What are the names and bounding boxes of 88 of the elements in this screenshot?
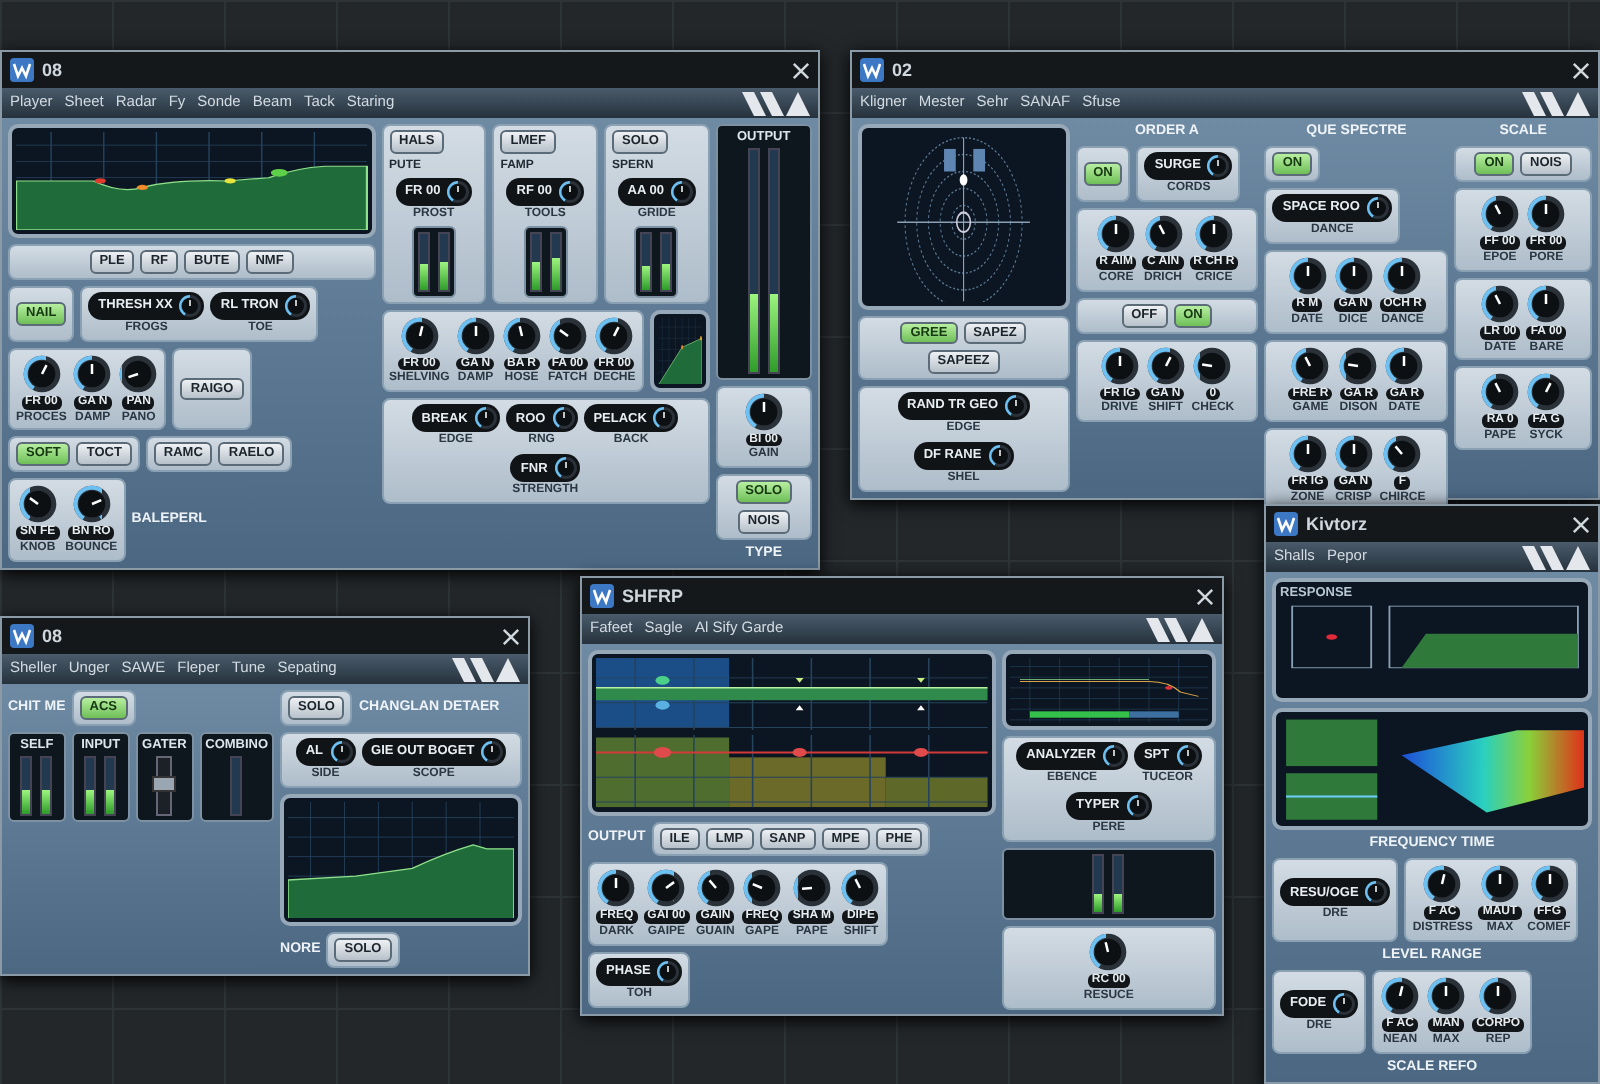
fader-track[interactable] — [156, 756, 173, 817]
knob[interactable] — [1384, 345, 1425, 386]
app-icon — [10, 58, 34, 82]
knob[interactable] — [1287, 255, 1328, 296]
knob[interactable] — [1480, 864, 1520, 905]
knob[interactable] — [646, 868, 687, 909]
fader-thumb[interactable] — [152, 775, 177, 792]
knob[interactable] — [1479, 193, 1520, 234]
knob-icon[interactable] — [178, 293, 203, 318]
knob[interactable] — [1193, 213, 1234, 254]
knob[interactable] — [1338, 345, 1379, 386]
knob-icon[interactable] — [557, 179, 582, 204]
close-icon[interactable] — [502, 627, 520, 645]
knob[interactable] — [1333, 434, 1374, 475]
knob[interactable] — [1529, 864, 1569, 905]
close-icon[interactable] — [1196, 587, 1214, 605]
knob[interactable] — [742, 868, 783, 909]
knob-icon[interactable] — [1004, 394, 1029, 419]
knob[interactable] — [1192, 345, 1233, 386]
stripes-logo-icon — [1522, 545, 1590, 569]
knob-icon[interactable] — [652, 406, 677, 431]
stripes-logo-icon — [1146, 617, 1214, 641]
knob-icon[interactable] — [473, 406, 498, 431]
knob-icon[interactable] — [1206, 154, 1231, 179]
knob-icon[interactable] — [669, 179, 694, 204]
knob[interactable] — [1382, 434, 1423, 475]
knob[interactable] — [1143, 213, 1184, 254]
knob[interactable] — [1145, 345, 1186, 386]
stripes-logo-icon — [1522, 91, 1590, 115]
knob[interactable] — [1422, 864, 1463, 905]
app-icon — [1274, 512, 1298, 536]
window-title: 02 — [892, 59, 913, 81]
knob-icon[interactable] — [446, 179, 471, 204]
knob[interactable] — [1333, 255, 1374, 296]
window-title: 08 — [42, 59, 63, 81]
knob-icon[interactable] — [553, 456, 578, 481]
app-icon — [10, 624, 34, 648]
knob-icon[interactable] — [987, 444, 1012, 469]
knob-icon[interactable] — [1332, 992, 1357, 1017]
knob[interactable] — [596, 868, 637, 909]
knob-icon[interactable] — [1125, 793, 1150, 818]
knob[interactable] — [1480, 372, 1521, 413]
knob-icon[interactable] — [656, 960, 681, 985]
knob-icon[interactable] — [1365, 195, 1390, 220]
stripes-logo-icon — [742, 91, 810, 115]
knob[interactable] — [1480, 283, 1521, 324]
knob[interactable] — [399, 315, 440, 356]
knob[interactable] — [1096, 213, 1137, 254]
stripes-logo-icon — [452, 657, 520, 681]
knob-icon[interactable] — [1175, 744, 1200, 768]
window-title: Kivtorz — [1306, 513, 1368, 535]
knob[interactable] — [71, 484, 112, 525]
knob[interactable] — [547, 315, 588, 356]
knob[interactable] — [1290, 345, 1331, 386]
knob[interactable] — [695, 868, 736, 909]
knob[interactable] — [118, 353, 159, 394]
knob-icon[interactable] — [329, 739, 354, 764]
knob[interactable] — [743, 391, 784, 432]
knob-icon[interactable] — [551, 406, 576, 431]
knob[interactable] — [1426, 976, 1467, 1017]
knob-icon[interactable] — [480, 739, 505, 764]
knob[interactable] — [1526, 372, 1567, 413]
close-icon[interactable] — [1572, 515, 1590, 533]
knob-icon[interactable] — [284, 293, 309, 318]
window-title: 08 — [42, 625, 63, 647]
knob[interactable] — [594, 315, 635, 356]
knob[interactable] — [455, 315, 496, 356]
knob[interactable] — [21, 353, 62, 394]
knob[interactable] — [1478, 976, 1519, 1017]
knob[interactable] — [1099, 345, 1140, 386]
knob[interactable] — [1526, 283, 1567, 324]
knob[interactable] — [1380, 976, 1421, 1017]
knob[interactable] — [501, 315, 542, 356]
knob[interactable] — [1088, 931, 1129, 972]
knob[interactable] — [1526, 193, 1567, 234]
knob[interactable] — [1287, 434, 1328, 475]
app-icon — [860, 58, 884, 82]
knob[interactable] — [791, 868, 832, 909]
knob[interactable] — [1382, 255, 1423, 296]
knob[interactable] — [72, 353, 113, 394]
knob[interactable] — [840, 868, 881, 909]
close-icon[interactable] — [1572, 61, 1590, 79]
close-icon[interactable] — [792, 61, 810, 79]
knob-icon[interactable] — [1101, 744, 1126, 768]
knob-icon[interactable] — [1364, 880, 1389, 905]
knob[interactable] — [17, 484, 58, 525]
app-icon — [590, 584, 614, 608]
window-title: SHFRP — [622, 585, 684, 607]
